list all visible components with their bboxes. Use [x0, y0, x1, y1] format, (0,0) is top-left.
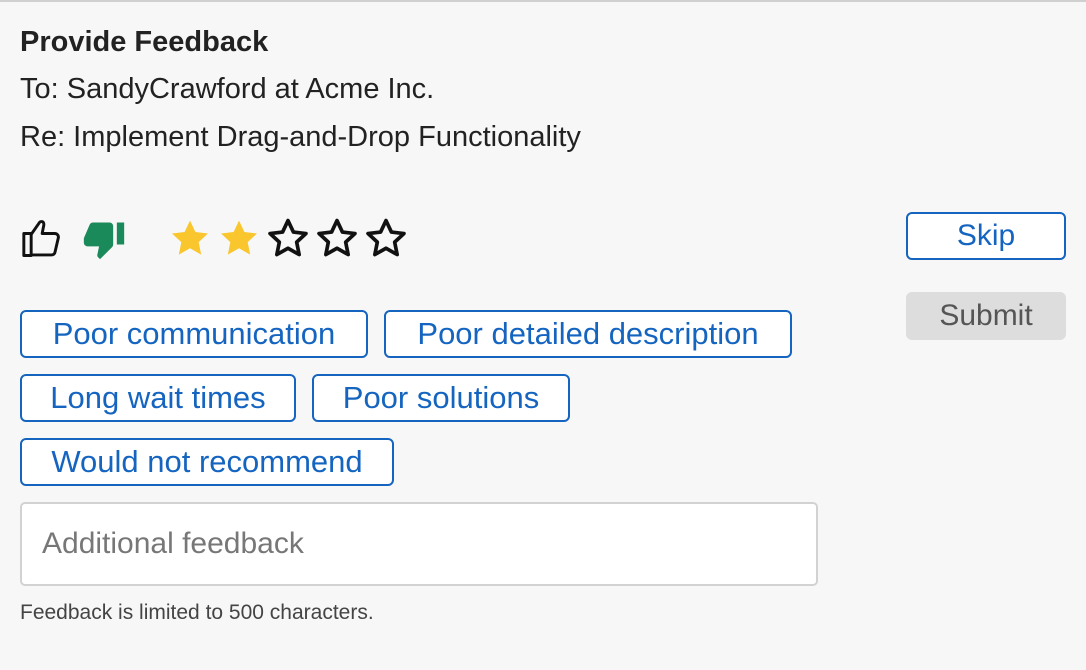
- tag-would-not-recommend[interactable]: Would not recommend: [20, 438, 394, 486]
- star-outline-icon[interactable]: [266, 216, 310, 260]
- star-filled-icon[interactable]: [217, 216, 261, 260]
- tag-poor-solutions[interactable]: Poor solutions: [312, 374, 570, 422]
- thumb-down-icon[interactable]: [82, 217, 126, 261]
- recipient-line: To: SandyCrawford at Acme Inc.: [20, 73, 435, 105]
- star-rating: [168, 216, 413, 260]
- star-filled-icon[interactable]: [168, 216, 212, 260]
- tag-poor-communication[interactable]: Poor communication: [20, 310, 368, 358]
- submit-button[interactable]: Submit: [906, 292, 1066, 340]
- thumb-up-icon[interactable]: [22, 217, 66, 261]
- tag-long-wait-times[interactable]: Long wait times: [20, 374, 296, 422]
- subject-line: Re: Implement Drag-and-Drop Functionalit…: [20, 121, 581, 153]
- character-limit-note: Feedback is limited to 500 characters.: [20, 601, 374, 624]
- skip-button[interactable]: Skip: [906, 212, 1066, 260]
- star-outline-icon[interactable]: [315, 216, 359, 260]
- additional-feedback-input[interactable]: [20, 502, 818, 586]
- page-title: Provide Feedback: [20, 26, 269, 58]
- star-outline-icon[interactable]: [364, 216, 408, 260]
- top-divider: [0, 0, 1086, 2]
- tag-poor-detailed-description[interactable]: Poor detailed description: [384, 310, 792, 358]
